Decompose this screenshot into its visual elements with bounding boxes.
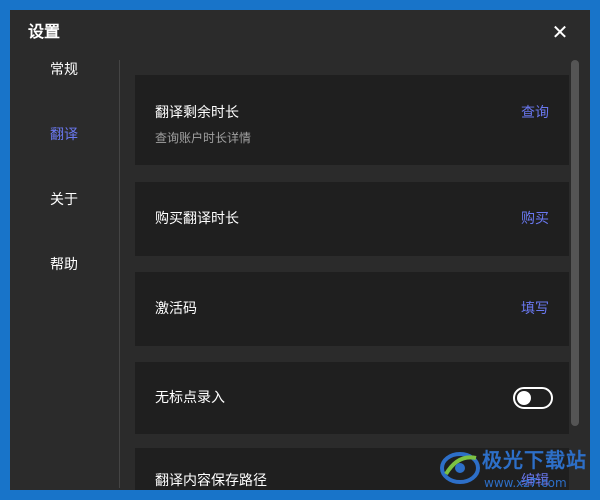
no-punctuation-title: 无标点录入 [155, 390, 225, 406]
activation-code-card: 激活码 填写 [135, 272, 569, 346]
window-title: 设置 [28, 22, 61, 41]
sidebar-divider [119, 60, 120, 488]
remaining-time-card: 翻译剩余时长 查询账户时长详情 查询 [135, 75, 569, 165]
no-punctuation-toggle[interactable] [513, 387, 553, 409]
watermark-url: www.xz7.com [484, 476, 567, 490]
watermark-logo-icon [440, 452, 480, 484]
toggle-knob [517, 391, 531, 405]
scrollbar[interactable] [571, 60, 579, 426]
activation-code-title: 激活码 [155, 301, 197, 317]
query-link[interactable]: 查询 [521, 103, 549, 123]
buy-link[interactable]: 购买 [521, 209, 549, 229]
buy-time-card: 购买翻译时长 购买 [135, 182, 569, 256]
watermark: 极光下载站 www.xz7.com [438, 440, 598, 498]
remaining-time-title: 翻译剩余时长 [155, 105, 239, 121]
sidebar-item-help[interactable]: 帮助 [50, 255, 78, 275]
save-path-title: 翻译内容保存路径 [155, 473, 267, 489]
sidebar-item-translate[interactable]: 翻译 [50, 125, 78, 145]
remaining-time-subtitle: 查询账户时长详情 [155, 131, 252, 145]
no-punctuation-card: 无标点录入 [135, 362, 569, 434]
close-icon[interactable]: ✕ [547, 19, 573, 45]
sidebar-item-about[interactable]: 关于 [50, 190, 78, 210]
sidebar-item-general[interactable]: 常规 [50, 60, 78, 80]
fill-in-link[interactable]: 填写 [521, 299, 549, 319]
settings-window: 设置 ✕ 常规 翻译 关于 帮助 翻译剩余时长 查询账户时长详情 查询 购买翻译… [10, 10, 590, 490]
watermark-title: 极光下载站 [482, 448, 587, 472]
buy-time-title: 购买翻译时长 [155, 211, 239, 227]
